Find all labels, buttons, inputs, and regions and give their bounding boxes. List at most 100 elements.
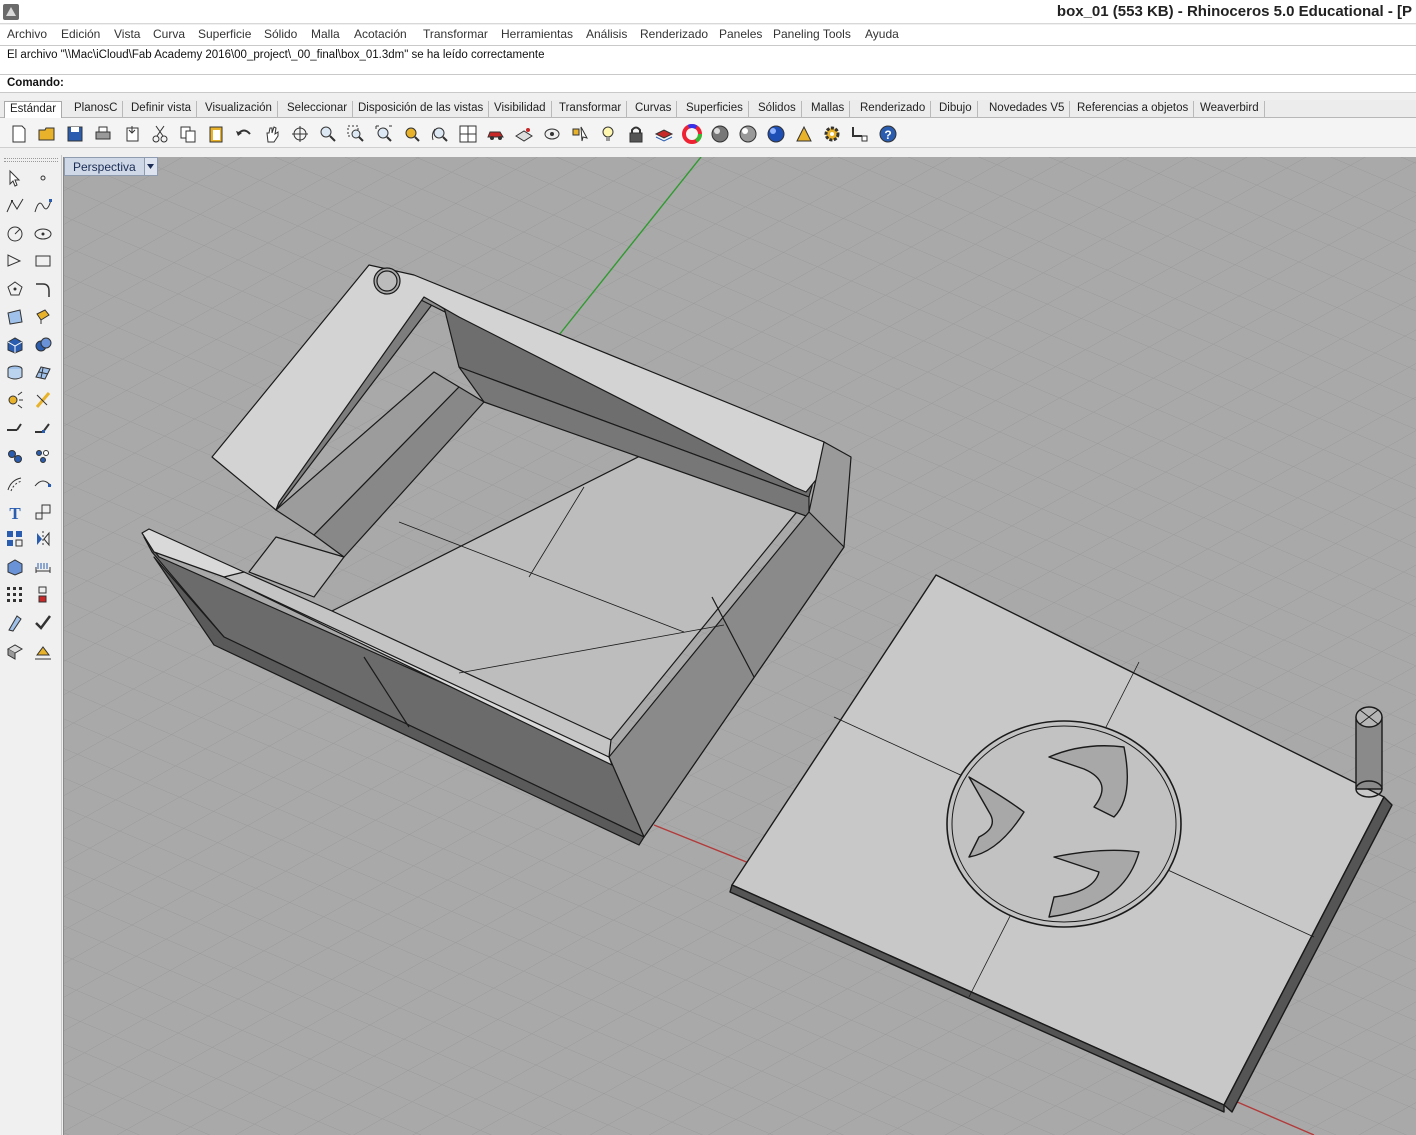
paste-icon[interactable] bbox=[204, 122, 228, 146]
menu-item[interactable]: Vista bbox=[114, 27, 140, 41]
extrude-box-icon[interactable] bbox=[3, 555, 27, 579]
menu-item[interactable]: Transformar bbox=[423, 27, 488, 41]
rotate-view-icon[interactable] bbox=[288, 122, 312, 146]
tab-mallas[interactable]: Mallas bbox=[806, 101, 851, 118]
rotate-3d-icon[interactable] bbox=[428, 122, 452, 146]
rectangle-icon[interactable] bbox=[31, 249, 55, 273]
trim-icon[interactable] bbox=[31, 388, 55, 412]
grasshopper-icon[interactable] bbox=[792, 122, 816, 146]
save-icon[interactable] bbox=[63, 122, 87, 146]
tab-novedades-v5[interactable]: Novedades V5 bbox=[984, 101, 1071, 118]
copy-icon[interactable] bbox=[176, 122, 200, 146]
cplane-icon[interactable] bbox=[512, 122, 536, 146]
menu-item[interactable]: Edición bbox=[61, 27, 100, 41]
cut-icon[interactable] bbox=[148, 122, 172, 146]
mesh-icon[interactable] bbox=[31, 361, 55, 385]
tab-visibilidad[interactable]: Visibilidad bbox=[489, 101, 552, 118]
zoom-extents-icon[interactable] bbox=[372, 122, 396, 146]
dimension-icon[interactable] bbox=[31, 555, 55, 579]
perspective-viewport[interactable]: Perspectiva bbox=[63, 157, 1416, 1135]
material-sphere-icon[interactable] bbox=[736, 122, 760, 146]
polygon-icon[interactable] bbox=[3, 277, 27, 301]
menu-item[interactable]: Acotación bbox=[354, 27, 407, 41]
color-wheel-icon[interactable] bbox=[680, 122, 704, 146]
print-icon[interactable] bbox=[91, 122, 115, 146]
fillet-icon[interactable] bbox=[31, 277, 55, 301]
join-icon[interactable] bbox=[31, 416, 55, 440]
open-icon[interactable] bbox=[35, 122, 59, 146]
shade-icon[interactable] bbox=[3, 639, 27, 663]
tab-curvas[interactable]: Curvas bbox=[630, 101, 678, 118]
array-icon[interactable] bbox=[3, 527, 27, 551]
offset-icon[interactable] bbox=[3, 472, 27, 496]
menu-item[interactable]: Análisis bbox=[586, 27, 627, 41]
surface-corner-icon[interactable] bbox=[3, 305, 27, 329]
lock-icon[interactable] bbox=[624, 122, 648, 146]
check-icon[interactable] bbox=[31, 611, 55, 635]
snap-icon[interactable] bbox=[848, 122, 872, 146]
tab-transformar[interactable]: Transformar bbox=[554, 101, 628, 118]
curve-icon[interactable] bbox=[31, 194, 55, 218]
extrude-surface-icon[interactable] bbox=[31, 305, 55, 329]
command-line[interactable]: Comando: bbox=[0, 75, 1416, 93]
viewport-scene[interactable] bbox=[64, 157, 1416, 1135]
settings-gear-icon[interactable] bbox=[820, 122, 844, 146]
select-points-icon[interactable] bbox=[568, 122, 592, 146]
blend-icon[interactable] bbox=[31, 472, 55, 496]
grid-array-icon[interactable] bbox=[3, 583, 27, 607]
tab-referencias-a-objetos[interactable]: Referencias a objetos bbox=[1072, 101, 1195, 118]
zoom-window-icon[interactable] bbox=[344, 122, 368, 146]
scale-icon[interactable] bbox=[31, 500, 55, 524]
boolean-union-icon[interactable] bbox=[31, 333, 55, 357]
tab-planosc[interactable]: PlanosC bbox=[69, 101, 124, 118]
cylinder-icon[interactable] bbox=[3, 361, 27, 385]
light-bulb-icon[interactable] bbox=[596, 122, 620, 146]
help-icon[interactable]: ? bbox=[876, 122, 900, 146]
menu-item[interactable]: Paneling Tools bbox=[773, 27, 851, 41]
mirror-icon[interactable] bbox=[31, 527, 55, 551]
polyline-icon[interactable] bbox=[3, 194, 27, 218]
select-icon[interactable] bbox=[3, 166, 27, 190]
menu-item[interactable]: Archivo bbox=[7, 27, 47, 41]
circle-icon[interactable] bbox=[3, 222, 27, 246]
set-view-icon[interactable] bbox=[540, 122, 564, 146]
tab-renderizado[interactable]: Renderizado bbox=[855, 101, 932, 118]
menu-item[interactable]: Renderizado bbox=[640, 27, 708, 41]
tab-seleccionar[interactable]: Seleccionar bbox=[282, 101, 354, 118]
split-icon[interactable] bbox=[3, 416, 27, 440]
orient-icon[interactable] bbox=[3, 611, 27, 635]
tab-disposici-n-de-las-vistas[interactable]: Disposición de las vistas bbox=[353, 101, 490, 118]
tab-superficies[interactable]: Superficies bbox=[681, 101, 749, 118]
undo-icon[interactable] bbox=[232, 122, 256, 146]
explode-icon[interactable] bbox=[3, 388, 27, 412]
tab-s-lidos[interactable]: Sólidos bbox=[753, 101, 802, 118]
import-icon[interactable] bbox=[121, 122, 145, 146]
zoom-icon[interactable] bbox=[316, 122, 340, 146]
four-viewports-icon[interactable] bbox=[456, 122, 480, 146]
paint-icon[interactable] bbox=[31, 639, 55, 663]
render-sphere-icon[interactable] bbox=[708, 122, 732, 146]
menu-item[interactable]: Superficie bbox=[198, 27, 251, 41]
rhino-app-icon[interactable] bbox=[2, 3, 20, 21]
block-icon[interactable] bbox=[31, 583, 55, 607]
ellipse-icon[interactable] bbox=[31, 222, 55, 246]
text-icon[interactable]: T bbox=[3, 500, 27, 524]
group-icon[interactable] bbox=[3, 444, 27, 468]
toolbar-grip[interactable] bbox=[4, 158, 58, 162]
blue-sphere-icon[interactable] bbox=[764, 122, 788, 146]
ungroup-icon[interactable] bbox=[31, 444, 55, 468]
menu-item[interactable]: Malla bbox=[311, 27, 340, 41]
tab-est-ndar[interactable]: Estándar bbox=[4, 101, 63, 119]
menu-item[interactable]: Ayuda bbox=[865, 27, 899, 41]
pan-hand-icon[interactable] bbox=[260, 122, 284, 146]
menu-item[interactable]: Sólido bbox=[264, 27, 297, 41]
tab-weaverbird[interactable]: Weaverbird bbox=[1195, 101, 1265, 118]
viewport-title-tab[interactable]: Perspectiva bbox=[64, 157, 158, 176]
new-icon[interactable] bbox=[7, 122, 31, 146]
point-icon[interactable] bbox=[31, 166, 55, 190]
menu-item[interactable]: Herramientas bbox=[501, 27, 573, 41]
menu-item[interactable]: Curva bbox=[153, 27, 185, 41]
tab-visualizaci-n[interactable]: Visualización bbox=[200, 101, 278, 118]
car-icon[interactable] bbox=[484, 122, 508, 146]
box-icon[interactable] bbox=[3, 333, 27, 357]
